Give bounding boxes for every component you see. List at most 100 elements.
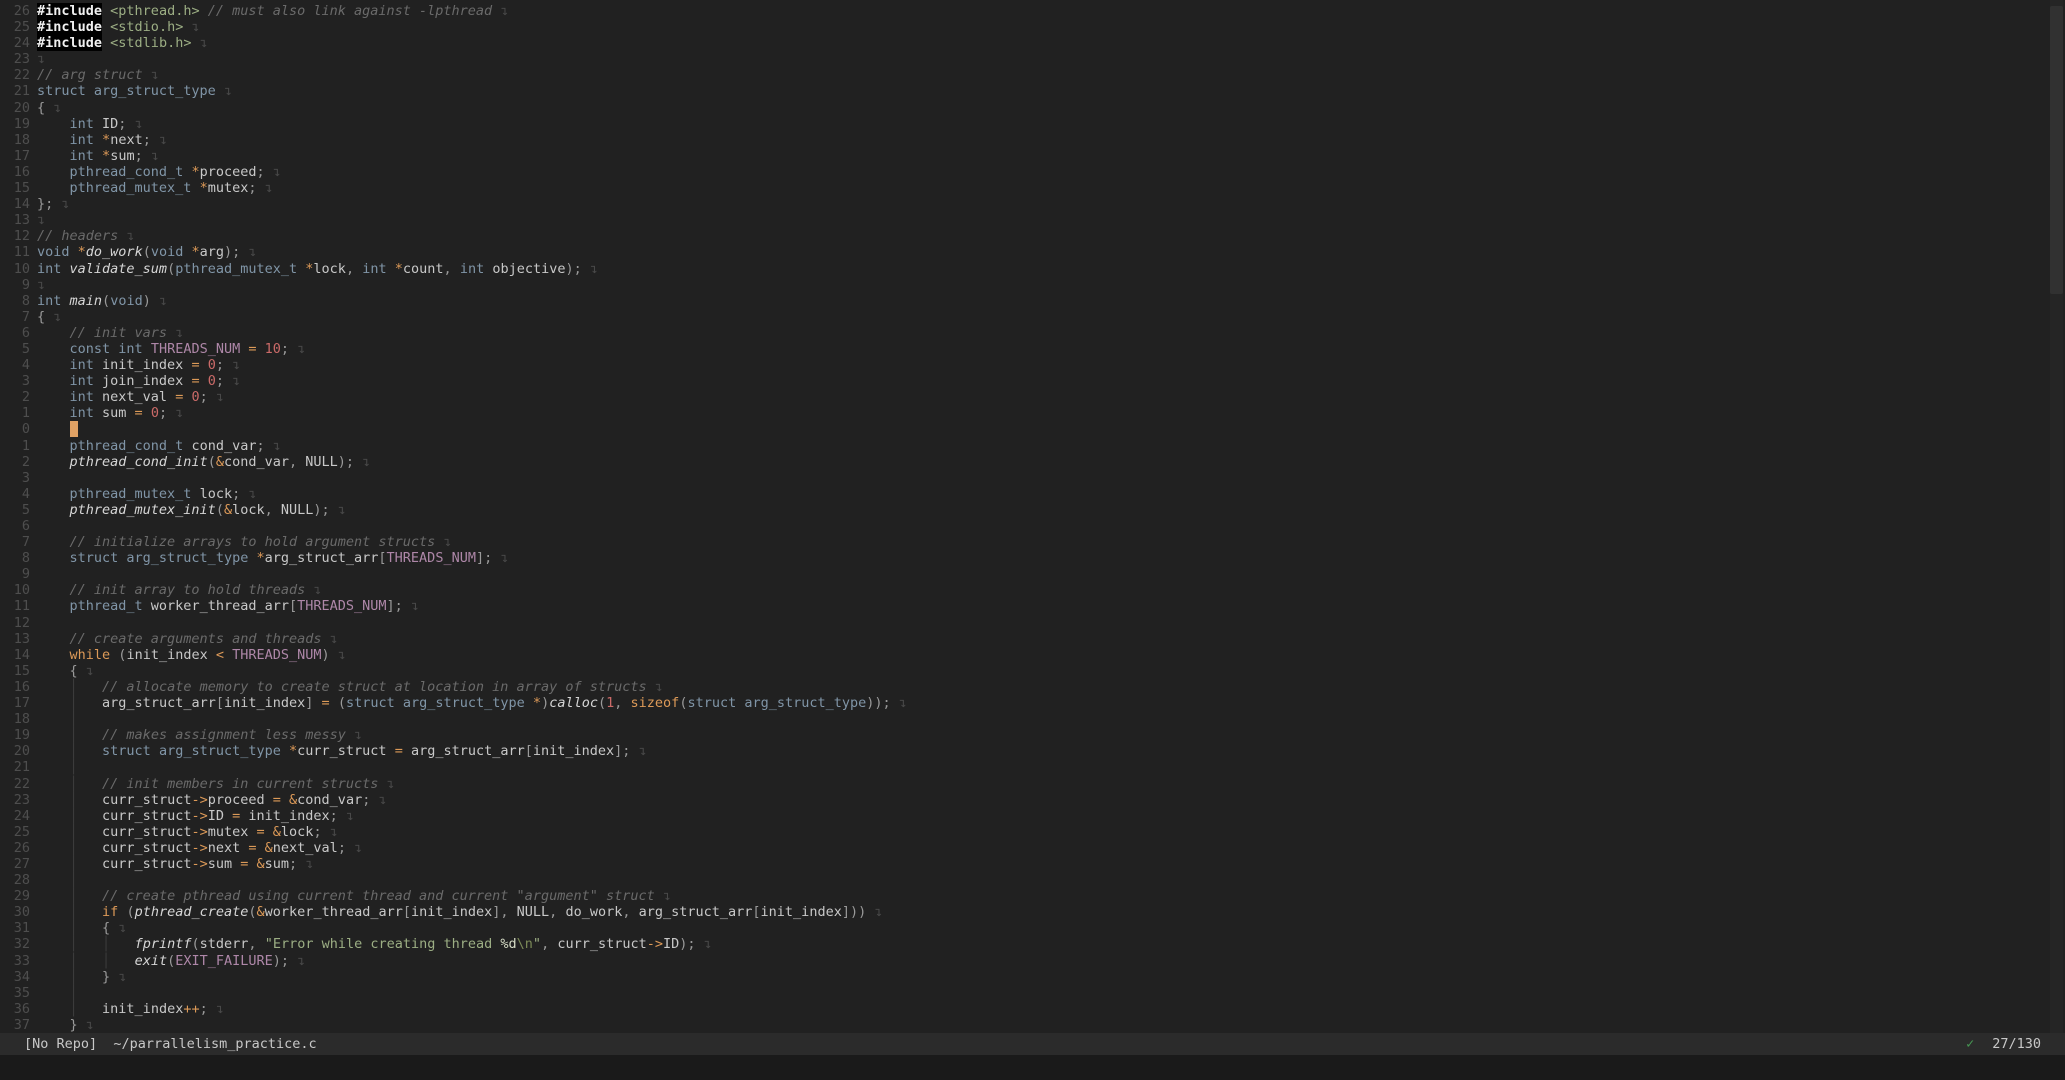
code-line[interactable]: 34 │ } ↴: [0, 969, 2065, 985]
line-number: 17: [0, 695, 30, 711]
line-number: 12: [0, 615, 30, 631]
code-line[interactable]: 29 │ // create pthread using current thr…: [0, 888, 2065, 904]
line-number: 18: [0, 711, 30, 727]
code-line[interactable]: 1 int sum = 0; ↴: [0, 405, 2065, 421]
code-text: int validate_sum(pthread_mutex_t *lock, …: [37, 261, 598, 277]
newline-marker-icon: ↴: [167, 405, 183, 421]
scrollbar-thumb[interactable]: [2050, 6, 2063, 294]
code-text: ↴: [37, 51, 45, 67]
code-area[interactable]: 26#include <pthread.h> // must also link…: [0, 0, 2065, 1033]
newline-marker-icon: ↴: [492, 3, 508, 19]
code-line[interactable]: 18 │: [0, 711, 2065, 727]
code-line[interactable]: 22// arg struct ↴: [0, 67, 2065, 83]
code-line[interactable]: 11void *do_work(void *arg); ↴: [0, 244, 2065, 260]
code-line[interactable]: 27 │ curr_struct->sum = &sum; ↴: [0, 856, 2065, 872]
code-line[interactable]: 8int main(void) ↴: [0, 293, 2065, 309]
code-text: pthread_t worker_thread_arr[THREADS_NUM]…: [37, 598, 419, 614]
line-number: 19: [0, 116, 30, 132]
code-line[interactable]: 14 while (init_index < THREADS_NUM) ↴: [0, 647, 2065, 663]
code-line[interactable]: 12// headers ↴: [0, 228, 2065, 244]
line-number: 8: [0, 293, 30, 309]
code-line[interactable]: 5 pthread_mutex_init(&lock, NULL); ↴: [0, 502, 2065, 518]
newline-marker-icon: ↴: [78, 1017, 94, 1033]
code-line[interactable]: 26 │ curr_struct->next = &next_val; ↴: [0, 840, 2065, 856]
line-number: 6: [0, 325, 30, 341]
code-line[interactable]: 31 │ { ↴: [0, 920, 2065, 936]
code-text: ↴: [37, 277, 45, 293]
line-number: 25: [0, 824, 30, 840]
code-line[interactable]: 4 int init_index = 0; ↴: [0, 357, 2065, 373]
code-line[interactable]: 24 │ curr_struct->ID = init_index; ↴: [0, 808, 2065, 824]
newline-marker-icon: ↴: [265, 438, 281, 454]
code-line[interactable]: 35 │: [0, 985, 2065, 1001]
code-text: │ // init members in current structs ↴: [37, 776, 395, 792]
code-line[interactable]: 36 │ init_index++; ↴: [0, 1001, 2065, 1017]
code-line[interactable]: 19 │ // makes assignment less messy ↴: [0, 727, 2065, 743]
code-line[interactable]: 20 │ struct arg_struct_type *curr_struct…: [0, 743, 2065, 759]
code-line[interactable]: 25 │ curr_struct->mutex = &lock; ↴: [0, 824, 2065, 840]
code-line[interactable]: 3: [0, 470, 2065, 486]
code-line[interactable]: 9↴: [0, 277, 2065, 293]
line-number: 23: [0, 51, 30, 67]
code-line[interactable]: 22 │ // init members in current structs …: [0, 776, 2065, 792]
code-line[interactable]: 23 │ curr_struct->proceed = &cond_var; ↴: [0, 792, 2065, 808]
newline-marker-icon: ↴: [655, 888, 671, 904]
code-line[interactable]: 13↴: [0, 212, 2065, 228]
code-line[interactable]: 21 │: [0, 759, 2065, 775]
code-line[interactable]: 10int validate_sum(pthread_mutex_t *lock…: [0, 261, 2065, 277]
code-line[interactable]: 37 } ↴: [0, 1017, 2065, 1033]
code-text: { ↴: [37, 309, 61, 325]
code-line[interactable]: 15 pthread_mutex_t *mutex; ↴: [0, 180, 2065, 196]
code-editor: 26#include <pthread.h> // must also link…: [0, 0, 2065, 1080]
indent-guide: │: [102, 936, 110, 952]
code-text: int next_val = 0; ↴: [37, 389, 224, 405]
code-line[interactable]: 23 ↴: [0, 51, 2065, 67]
code-text: // initialize arrays to hold argument st…: [37, 534, 452, 550]
code-line[interactable]: 30 │ if (pthread_create(&worker_thread_a…: [0, 904, 2065, 920]
newline-marker-icon: ↴: [289, 341, 305, 357]
code-line[interactable]: 19 int ID; ↴: [0, 116, 2065, 132]
code-line[interactable]: 13 // create arguments and threads ↴: [0, 631, 2065, 647]
line-number: 6: [0, 518, 30, 534]
code-line[interactable]: 32 │ │ fprintf(stderr, "Error while crea…: [0, 936, 2065, 952]
code-text: ↴: [37, 212, 45, 228]
code-line[interactable]: 9: [0, 566, 2065, 582]
code-line[interactable]: 14}; ↴: [0, 196, 2065, 212]
code-line[interactable]: 16 │ // allocate memory to create struct…: [0, 679, 2065, 695]
code-line[interactable]: 20{ ↴: [0, 100, 2065, 116]
line-number: 28: [0, 872, 30, 888]
code-line[interactable]: 17 int *sum; ↴: [0, 148, 2065, 164]
code-line[interactable]: 33 │ │ exit(EXIT_FAILURE); ↴: [0, 953, 2065, 969]
code-line[interactable]: 6: [0, 518, 2065, 534]
status-left: [No Repo] ~/parrallelism_practice.c: [24, 1036, 317, 1052]
code-text: │ if (pthread_create(&worker_thread_arr[…: [37, 904, 882, 920]
code-line[interactable]: 7 // initialize arrays to hold argument …: [0, 534, 2065, 550]
code-line[interactable]: 25#include <stdio.h> ↴: [0, 19, 2065, 35]
code-line[interactable]: 6 // init vars ↴: [0, 325, 2065, 341]
code-line[interactable]: 2 pthread_cond_init(&cond_var, NULL); ↴: [0, 454, 2065, 470]
code-line[interactable]: 16 pthread_cond_t *proceed; ↴: [0, 164, 2065, 180]
code-line[interactable]: 11 pthread_t worker_thread_arr[THREADS_N…: [0, 598, 2065, 614]
code-line[interactable]: 8 struct arg_struct_type *arg_struct_arr…: [0, 550, 2065, 566]
indent-guide: │: [70, 759, 78, 775]
code-line[interactable]: 4 pthread_mutex_t lock; ↴: [0, 486, 2065, 502]
code-line[interactable]: 2 int next_val = 0; ↴: [0, 389, 2065, 405]
code-line[interactable]: 15 { ↴: [0, 663, 2065, 679]
command-line[interactable]: [0, 1055, 2065, 1080]
code-line[interactable]: 12: [0, 615, 2065, 631]
code-line[interactable]: 10 // init array to hold threads ↴: [0, 582, 2065, 598]
code-line[interactable]: 3 int join_index = 0; ↴: [0, 373, 2065, 389]
code-line[interactable]: 18 int *next; ↴: [0, 132, 2065, 148]
code-line[interactable]: 24#include <stdlib.h> ↴: [0, 35, 2065, 51]
code-line[interactable]: 28 │: [0, 872, 2065, 888]
code-line-cursor[interactable]: 0: [0, 421, 2065, 437]
code-line[interactable]: 21struct arg_struct_type ↴: [0, 83, 2065, 99]
code-line[interactable]: 26#include <pthread.h> // must also link…: [0, 3, 2065, 19]
code-line[interactable]: 5 const int THREADS_NUM = 10; ↴: [0, 341, 2065, 357]
line-number: 25: [0, 19, 30, 35]
code-line[interactable]: 7{ ↴: [0, 309, 2065, 325]
line-number: 0: [0, 421, 30, 437]
code-line[interactable]: 1 pthread_cond_t cond_var; ↴: [0, 438, 2065, 454]
line-number: 17: [0, 148, 30, 164]
code-line[interactable]: 17 │ arg_struct_arr[init_index] = (struc…: [0, 695, 2065, 711]
